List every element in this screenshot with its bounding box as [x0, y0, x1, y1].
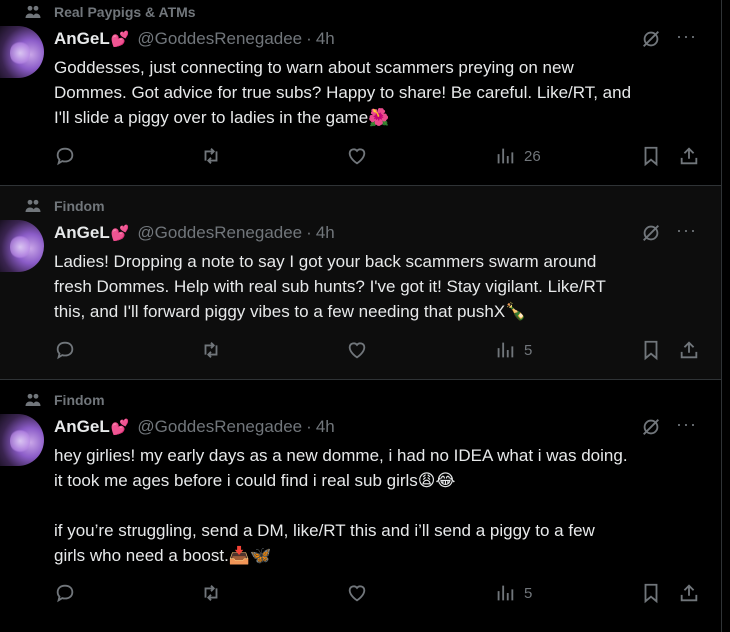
header-actions: ··· — [640, 26, 697, 50]
action-bar: 5 — [54, 582, 699, 606]
tweet[interactable]: Findom AnGeL 💕 @GoddesRenegadee · 4h ···… — [0, 380, 721, 632]
display-name[interactable]: AnGeL — [54, 417, 110, 437]
header-actions: ··· — [640, 414, 697, 438]
avatar[interactable] — [0, 220, 44, 272]
like-button[interactable] — [346, 582, 368, 604]
retweet-button[interactable] — [200, 339, 222, 361]
share-button[interactable] — [678, 145, 700, 167]
views-button[interactable]: 5 — [494, 339, 532, 361]
people-icon — [25, 393, 41, 406]
retweet-button[interactable] — [200, 582, 222, 604]
reply-icon — [56, 341, 74, 360]
like-icon — [348, 585, 366, 602]
views-icon — [497, 342, 514, 358]
separator: · — [306, 29, 312, 48]
timestamp[interactable]: 4h — [316, 223, 335, 243]
retweet-icon — [204, 342, 218, 358]
display-name[interactable]: AnGeL — [54, 223, 110, 243]
bookmark-button[interactable] — [640, 582, 662, 604]
views-count: 5 — [524, 584, 533, 602]
reply-icon — [56, 147, 74, 166]
user-handle[interactable]: @GoddesRenegadee — [137, 223, 302, 243]
reply-button[interactable] — [54, 339, 76, 361]
action-bar: 26 — [54, 145, 699, 169]
tweet-text: Ladies! Dropping a note to say I got you… — [54, 252, 606, 321]
social-context[interactable]: Findom — [24, 196, 105, 216]
name-emoji: 💕 — [110, 225, 130, 242]
grok-icon[interactable] — [640, 416, 662, 438]
grok-icon[interactable] — [640, 28, 662, 50]
separator: · — [306, 223, 312, 242]
user-handle[interactable]: @GoddesRenegadee — [137, 29, 302, 49]
tweet-header: AnGeL 💕 @GoddesRenegadee · 4h ··· — [54, 414, 697, 438]
tweet[interactable]: Findom AnGeL 💕 @GoddesRenegadee · 4h ···… — [0, 186, 721, 380]
timeline-feed: Real Paypigs & ATMs AnGeL 💕 @GoddesReneg… — [0, 0, 722, 632]
context-label: Findom — [54, 198, 105, 214]
more-icon[interactable]: ··· — [676, 414, 697, 435]
retweet-icon — [204, 585, 218, 601]
views-icon — [497, 148, 514, 164]
like-icon — [348, 342, 366, 359]
bookmark-button[interactable] — [640, 145, 662, 167]
like-icon — [348, 148, 366, 165]
timestamp[interactable]: 4h — [316, 29, 335, 49]
context-label: Real Paypigs & ATMs — [54, 4, 196, 20]
avatar[interactable] — [0, 26, 44, 78]
user-handle[interactable]: @GoddesRenegadee — [137, 417, 302, 437]
social-context[interactable]: Real Paypigs & ATMs — [24, 2, 196, 22]
tweet[interactable]: Real Paypigs & ATMs AnGeL 💕 @GoddesReneg… — [0, 0, 721, 186]
name-emoji: 💕 — [110, 31, 130, 48]
more-icon[interactable]: ··· — [676, 220, 697, 241]
separator: · — [306, 417, 312, 436]
views-count: 5 — [524, 341, 533, 359]
reply-icon — [56, 584, 74, 603]
views-count: 26 — [524, 147, 541, 165]
grok-icon[interactable] — [640, 222, 662, 244]
avatar[interactable] — [0, 414, 44, 466]
reply-button[interactable] — [54, 145, 76, 167]
share-button[interactable] — [678, 339, 700, 361]
like-button[interactable] — [346, 145, 368, 167]
people-icon — [25, 5, 41, 18]
share-button[interactable] — [678, 582, 700, 604]
action-bar: 5 — [54, 339, 699, 363]
people-icon — [25, 199, 41, 212]
bookmark-icon — [644, 340, 658, 361]
like-button[interactable] — [346, 339, 368, 361]
share-icon — [680, 584, 698, 602]
retweet-icon — [204, 148, 218, 164]
context-label: Findom — [54, 392, 105, 408]
reply-button[interactable] — [54, 582, 76, 604]
social-context[interactable]: Findom — [24, 390, 105, 410]
bookmark-icon — [644, 146, 658, 167]
bookmark-icon — [644, 583, 658, 604]
timestamp[interactable]: 4h — [316, 417, 335, 437]
bookmark-button[interactable] — [640, 339, 662, 361]
retweet-button[interactable] — [200, 145, 222, 167]
header-actions: ··· — [640, 220, 697, 244]
more-icon[interactable]: ··· — [676, 26, 697, 47]
tweet-text: Goddesses, just connecting to warn about… — [54, 58, 632, 127]
views-icon — [497, 585, 514, 601]
name-emoji: 💕 — [110, 419, 130, 436]
tweet-header: AnGeL 💕 @GoddesRenegadee · 4h ··· — [54, 220, 697, 244]
share-icon — [680, 147, 698, 165]
tweet-text: hey girlies! my early days as a new domm… — [54, 446, 628, 565]
views-button[interactable]: 26 — [494, 145, 541, 167]
views-button[interactable]: 5 — [494, 582, 532, 604]
share-icon — [680, 341, 698, 359]
tweet-header: AnGeL 💕 @GoddesRenegadee · 4h ··· — [54, 26, 697, 50]
display-name[interactable]: AnGeL — [54, 29, 110, 49]
